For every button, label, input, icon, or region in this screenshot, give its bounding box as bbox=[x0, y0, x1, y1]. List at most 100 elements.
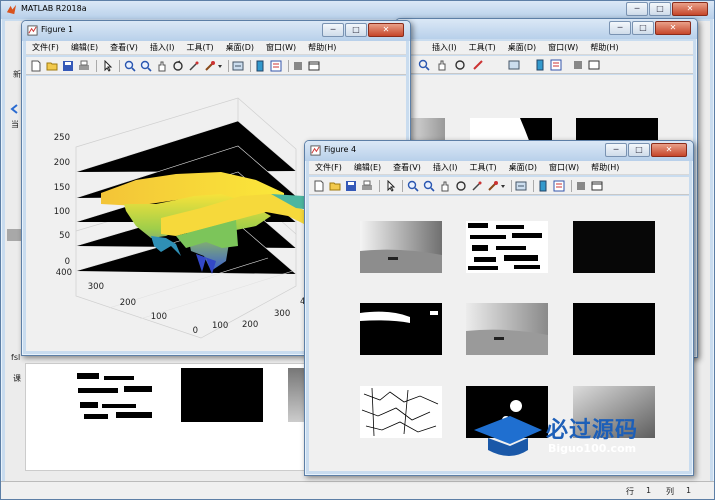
hide-tools-icon[interactable] bbox=[575, 180, 587, 192]
print-icon[interactable] bbox=[361, 180, 373, 192]
link-plot-icon[interactable] bbox=[508, 59, 520, 71]
maximize-button[interactable]: □ bbox=[345, 23, 367, 37]
menu-desktop[interactable]: 桌面(D) bbox=[503, 162, 543, 173]
toolbar-separator bbox=[402, 180, 403, 192]
figure4-controls: ─ □ ✕ bbox=[604, 143, 687, 157]
zoom-in-icon[interactable] bbox=[124, 60, 136, 72]
menu-window[interactable]: 窗口(W) bbox=[260, 42, 302, 53]
subplot-black-2 bbox=[573, 303, 655, 355]
brush-icon[interactable] bbox=[204, 60, 216, 72]
chevron-down-icon[interactable] bbox=[216, 60, 224, 72]
legend-icon[interactable] bbox=[550, 59, 562, 71]
minimize-button[interactable]: ─ bbox=[609, 21, 631, 35]
minimize-button[interactable]: ─ bbox=[605, 143, 627, 157]
zoom-out-icon[interactable] bbox=[418, 59, 430, 71]
rotate-icon[interactable] bbox=[454, 59, 466, 71]
menu-view[interactable]: 查看(V) bbox=[387, 162, 427, 173]
menu-file[interactable]: 文件(F) bbox=[309, 162, 348, 173]
rotate-3d-icon[interactable] bbox=[172, 60, 184, 72]
zoom-out-icon[interactable] bbox=[423, 180, 435, 192]
show-tools-icon[interactable] bbox=[591, 180, 603, 192]
figure1-toolbar bbox=[26, 57, 406, 75]
toolbar-separator bbox=[571, 180, 572, 192]
menu-tools[interactable]: 工具(T) bbox=[180, 42, 219, 53]
menu-edit[interactable]: 编辑(E) bbox=[65, 42, 104, 53]
rotate-3d-icon[interactable] bbox=[455, 180, 467, 192]
menu-help[interactable]: 帮助(H) bbox=[302, 42, 342, 53]
chevron-down-icon[interactable] bbox=[499, 180, 507, 192]
z-tick-label: 250 bbox=[54, 133, 70, 143]
save-icon[interactable] bbox=[345, 180, 357, 192]
colorbar-icon[interactable] bbox=[254, 60, 266, 72]
maximize-button[interactable]: □ bbox=[632, 21, 654, 35]
zoom-out-icon[interactable] bbox=[140, 60, 152, 72]
toolbar-separator bbox=[511, 180, 512, 192]
legend-icon[interactable] bbox=[553, 180, 565, 192]
pan-icon[interactable] bbox=[156, 60, 168, 72]
menu-desktop[interactable]: 桌面(D) bbox=[220, 42, 260, 53]
x-tick-label: 100 bbox=[212, 321, 228, 331]
link-plot-icon[interactable] bbox=[232, 60, 244, 72]
x-tick-label: 300 bbox=[274, 309, 290, 319]
menu-file[interactable]: 文件(F) bbox=[26, 42, 65, 53]
watermark-subtext: Biguo100.com bbox=[548, 442, 637, 455]
colorbar-icon[interactable] bbox=[534, 59, 546, 71]
legend-icon[interactable] bbox=[270, 60, 282, 72]
link-plot-icon[interactable] bbox=[515, 180, 527, 192]
show-tools-icon[interactable] bbox=[308, 60, 320, 72]
figure1-titlebar[interactable]: Figure 1 ─ □ ✕ bbox=[22, 21, 410, 41]
data-cursor-icon[interactable] bbox=[472, 59, 484, 71]
y-tick-label: 100 bbox=[151, 312, 167, 322]
figure-back-toolbar bbox=[400, 56, 693, 74]
pan-icon[interactable] bbox=[439, 180, 451, 192]
menu-help[interactable]: 帮助(H) bbox=[584, 42, 624, 53]
maximize-button[interactable]: □ bbox=[628, 143, 650, 157]
figure-back-controls: ─ □ ✕ bbox=[608, 21, 691, 35]
menu-view[interactable]: 查看(V) bbox=[104, 42, 144, 53]
y-tick-label: 400 bbox=[56, 268, 72, 278]
menu-help[interactable]: 帮助(H) bbox=[585, 162, 625, 173]
minimize-button[interactable]: ─ bbox=[322, 23, 344, 37]
x-tick-label: 200 bbox=[242, 320, 258, 330]
close-button[interactable]: ✕ bbox=[651, 143, 687, 157]
menu-insert[interactable]: 插入(I) bbox=[427, 162, 464, 173]
menu-window[interactable]: 窗口(W) bbox=[542, 42, 584, 53]
menu-tools[interactable]: 工具(T) bbox=[463, 162, 502, 173]
close-button[interactable]: ✕ bbox=[655, 21, 691, 35]
main-titlebar[interactable]: MATLAB R2018a ─ □ ✕ bbox=[1, 1, 714, 19]
close-button[interactable]: ✕ bbox=[368, 23, 404, 37]
figure1-menubar: 文件(F) 编辑(E) 查看(V) 插入(I) 工具(T) 桌面(D) 窗口(W… bbox=[26, 41, 406, 55]
back-arrow-icon[interactable] bbox=[9, 103, 21, 115]
print-icon[interactable] bbox=[78, 60, 90, 72]
menu-tools[interactable]: 工具(T) bbox=[463, 42, 502, 53]
hide-tools-icon[interactable] bbox=[572, 59, 584, 71]
minimize-button[interactable]: ─ bbox=[626, 2, 648, 16]
data-cursor-icon[interactable] bbox=[471, 180, 483, 192]
menu-insert[interactable]: 插入(I) bbox=[426, 42, 463, 53]
edit-plot-arrow-icon[interactable] bbox=[385, 180, 397, 192]
open-file-icon[interactable] bbox=[329, 180, 341, 192]
new-figure-icon[interactable] bbox=[30, 60, 42, 72]
maximize-button[interactable]: □ bbox=[649, 2, 671, 16]
figure1-controls: ─ □ ✕ bbox=[321, 23, 404, 37]
menu-insert[interactable]: 插入(I) bbox=[144, 42, 181, 53]
menu-edit[interactable]: 编辑(E) bbox=[348, 162, 387, 173]
hide-tools-icon[interactable] bbox=[292, 60, 304, 72]
edit-plot-arrow-icon[interactable] bbox=[102, 60, 114, 72]
pan-icon[interactable] bbox=[436, 59, 448, 71]
open-file-icon[interactable] bbox=[46, 60, 58, 72]
figure4-titlebar[interactable]: Figure 4 ─ □ ✕ bbox=[305, 141, 693, 161]
brush-icon[interactable] bbox=[487, 180, 499, 192]
menu-window[interactable]: 窗口(W) bbox=[543, 162, 585, 173]
subplot-binary-mostly-black bbox=[360, 303, 442, 355]
colorbar-icon[interactable] bbox=[537, 180, 549, 192]
figure-icon bbox=[310, 145, 321, 156]
menu-desktop[interactable]: 桌面(D) bbox=[502, 42, 542, 53]
show-tools-icon[interactable] bbox=[588, 59, 600, 71]
data-cursor-icon[interactable] bbox=[188, 60, 200, 72]
new-figure-icon[interactable] bbox=[313, 180, 325, 192]
zoom-in-icon[interactable] bbox=[407, 180, 419, 192]
save-icon[interactable] bbox=[62, 60, 74, 72]
close-button[interactable]: ✕ bbox=[672, 2, 708, 16]
figure-back-titlebar[interactable]: ─ □ ✕ bbox=[396, 19, 697, 39]
